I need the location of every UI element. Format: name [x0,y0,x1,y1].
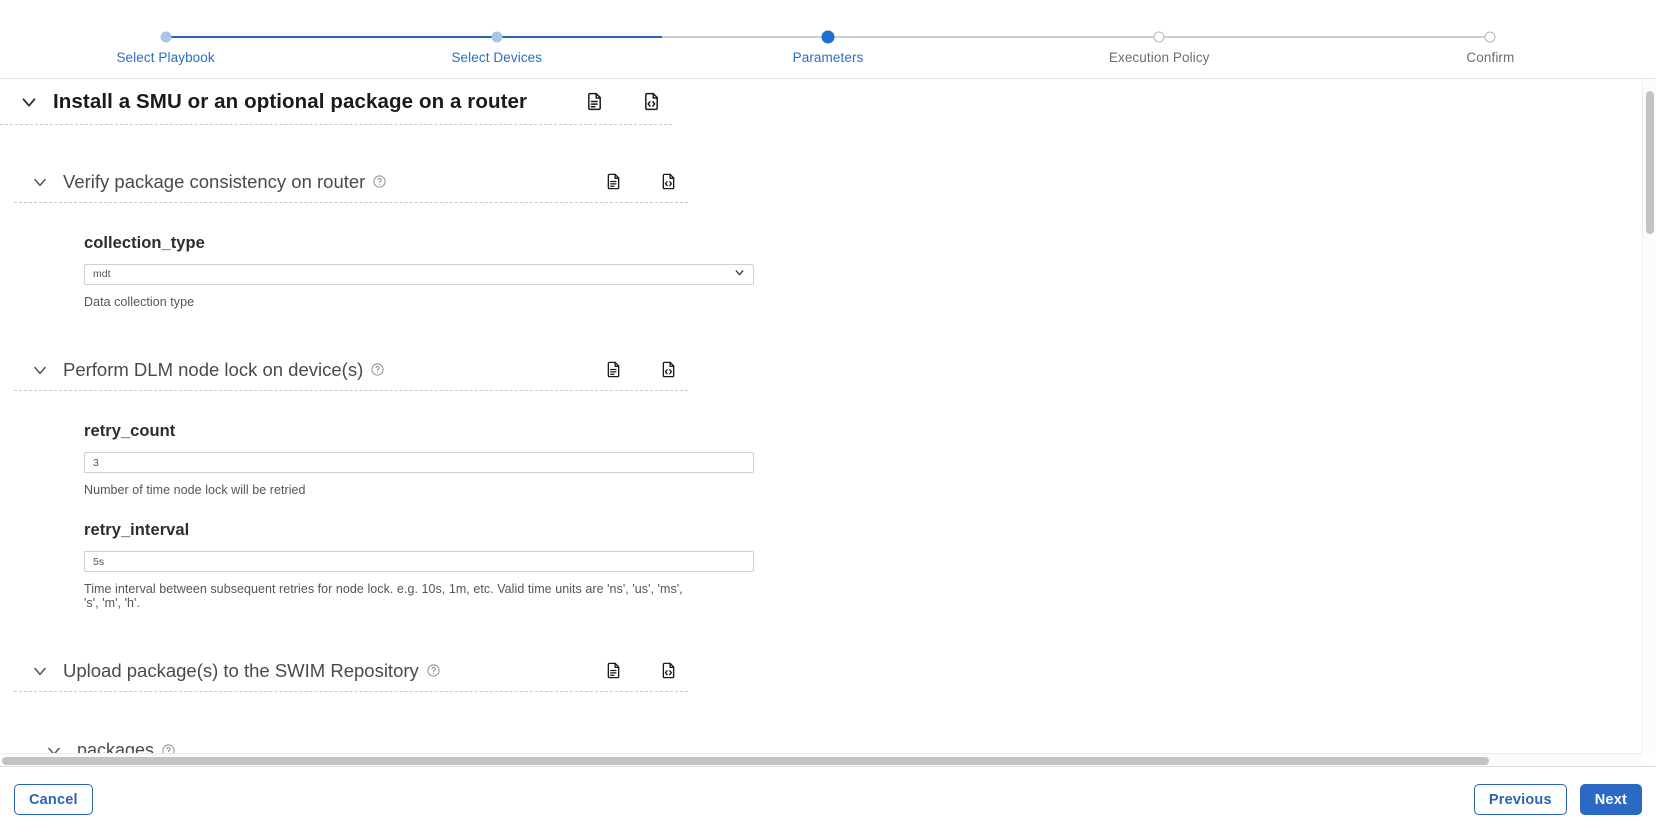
stepper-track: Select Playbook Select Devices Parameters E… [0,30,1656,65]
document-icon[interactable] [604,661,623,680]
stepper-label: Execution Policy [1108,50,1210,65]
chevron-down-icon[interactable] [30,661,50,681]
document-icon[interactable] [604,172,623,191]
playbook-section: Install a SMU or an optional package on … [0,79,672,125]
stepper-dot[interactable] [491,31,503,43]
collection-type-select[interactable]: mdt [84,264,754,285]
section-fields: retry_count Number of time node lock will… [14,422,754,610]
parameter-section: Perform DLM node lock on device(s) retry_… [14,349,754,610]
vertical-scrollbar-thumb[interactable] [1646,91,1654,234]
field-helper-text: Time interval between subsequent retries… [84,582,683,610]
code-document-icon[interactable] [641,91,662,112]
form-field: retry_count Number of time node lock will… [84,422,754,497]
horizontal-scrollbar-thumb[interactable] [2,757,1489,765]
section-title: Perform DLM node lock on device(s) [63,358,364,380]
stepper-step-execution-policy[interactable]: Execution Policy [993,31,1325,65]
cancel-button[interactable]: Cancel [14,784,93,815]
parameters-wizard-page: Select Playbook Select Devices Parameters E… [0,0,1656,832]
help-icon[interactable] [372,174,387,189]
help-icon[interactable] [370,362,385,377]
field-helper-text: Number of time node lock will be retried [84,483,306,497]
section-header[interactable]: Verify package consistency on router [14,161,688,203]
field-label: retry_interval [84,521,190,539]
code-document-icon[interactable] [659,172,678,191]
select-wrapper: mdt [84,264,754,285]
wizard-footer: Cancel Previous Next [0,766,1656,832]
chevron-down-icon[interactable] [30,360,50,380]
field-label: retry_count [84,422,176,440]
playbook-header-actions [584,91,672,112]
subsection-header[interactable]: packages [28,730,702,753]
section-header[interactable]: Upload package(s) to the SWIM Repository [14,650,688,692]
parameter-section: Upload package(s) to the SWIM Repository [14,650,688,692]
vertical-scrollbar[interactable] [1642,79,1656,753]
section-header[interactable]: Perform DLM node lock on device(s) [14,349,688,391]
chevron-down-icon[interactable] [44,741,64,753]
document-icon[interactable] [604,360,623,379]
parameters-scroll-region: Install a SMU or an optional package on … [0,78,1656,766]
field-label: collection_type [84,234,205,252]
stepper-step-confirm[interactable]: Confirm [1324,31,1656,65]
form-field: collection_typemdt Data collection type [84,234,754,309]
code-document-icon[interactable] [659,661,678,680]
playbook-header[interactable]: Install a SMU or an optional package on … [0,79,672,125]
help-icon[interactable] [426,663,441,678]
stepper-connector [1324,36,1491,38]
section-fields: collection_typemdt Data collection type [14,234,754,309]
stepper-label: Confirm [1466,50,1515,65]
wizard-stepper: Select Playbook Select Devices Parameters E… [0,0,1656,78]
chevron-down-icon[interactable] [30,172,50,192]
chevron-down-icon[interactable] [18,91,40,113]
horizontal-scrollbar[interactable] [0,753,1642,766]
stepper-dot[interactable] [1484,31,1496,43]
stepper-dot[interactable] [160,31,172,43]
previous-button[interactable]: Previous [1473,784,1567,815]
stepper-dot[interactable] [1153,31,1165,43]
code-document-icon[interactable] [659,360,678,379]
stepper-step-select-devices[interactable]: Select Devices [331,31,663,65]
stepper-step-parameters[interactable]: Parameters [662,30,994,65]
section-header-actions [604,661,688,680]
parameter-subsection: packages [28,730,702,753]
section-header-actions [604,172,688,191]
form-field: retry_interval Time interval between subs… [84,521,754,610]
footer-nav-buttons: Previous Next [1473,784,1642,815]
parameter-section: Verify package consistency on router coll… [14,161,754,309]
field-helper-text: Data collection type [84,295,195,309]
section-title: Verify package consistency on router [63,170,366,192]
playbook-title: Install a SMU or an optional package on … [53,89,528,113]
parameters-content: Install a SMU or an optional package on … [0,79,1642,753]
retry-count-input[interactable] [84,452,754,473]
stepper-label: Select Devices [451,50,543,65]
retry-interval-input[interactable] [84,551,754,572]
help-icon[interactable] [161,743,176,753]
section-header-actions [604,360,688,379]
stepper-dot[interactable] [821,30,835,44]
stepper-connector [165,36,332,38]
next-button[interactable]: Next [1579,784,1642,815]
stepper-step-select-playbook[interactable]: Select Playbook [0,31,332,65]
document-icon[interactable] [584,91,605,112]
stepper-label: Select Playbook [116,50,215,65]
stepper-label: Parameters [792,50,864,65]
section-title: Upload package(s) to the SWIM Repository [63,659,419,681]
subsection-title: packages [77,740,155,753]
sections-host: Verify package consistency on router coll… [0,161,1642,753]
